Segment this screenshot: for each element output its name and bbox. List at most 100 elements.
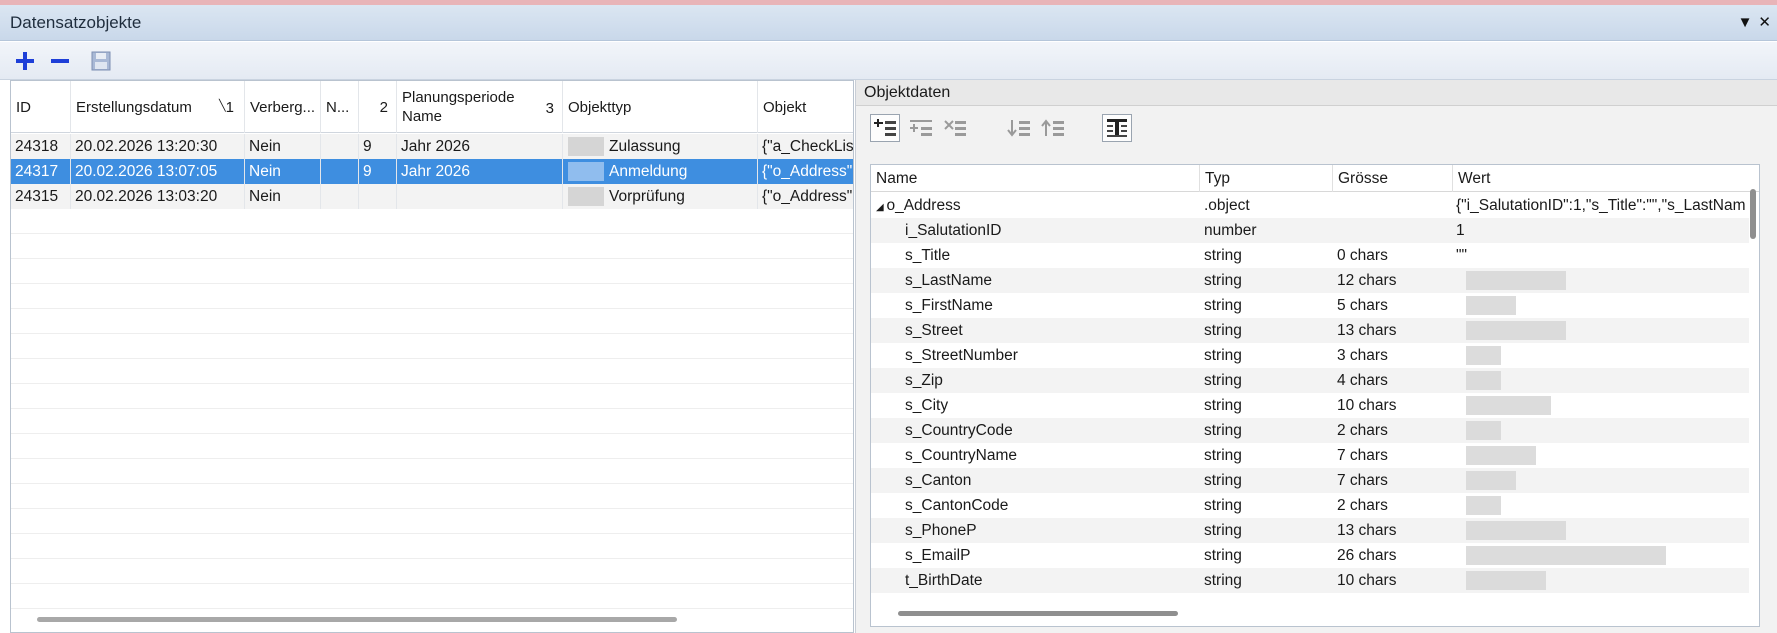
filter-sort-indicator[interactable]: ╲1 [219, 99, 234, 116]
tree-row[interactable]: t_BirthDate string 10 chars [871, 568, 1749, 593]
delete-row-button[interactable] [940, 114, 970, 142]
tree-cell-name-text: s_FirstName [905, 297, 993, 314]
tree-col-typ[interactable]: Typ [1200, 165, 1333, 192]
tree-cell-groesse: 2 chars [1337, 422, 1388, 439]
tree-row[interactable]: s_Canton string 7 chars [871, 468, 1749, 493]
delete-row-icon [944, 120, 966, 136]
tree-row[interactable]: s_CountryCode string 2 chars [871, 418, 1749, 443]
expand-arrow-icon[interactable]: ◢ [876, 202, 886, 213]
close-icon[interactable]: ✕ [1758, 13, 1771, 31]
cell-n [321, 134, 359, 159]
col-header-verborgen[interactable]: Verberg... [245, 81, 321, 133]
empty-row [11, 409, 853, 434]
tree-row[interactable]: s_CountryName string 7 chars [871, 443, 1749, 468]
empty-row [11, 384, 853, 409]
move-up-button[interactable] [1038, 114, 1068, 142]
col-header-erstellungsdatum[interactable]: Erstellungsdatum ╲1 [71, 81, 245, 133]
redacted-value [1466, 321, 1566, 340]
tree-row[interactable]: s_City string 10 chars [871, 393, 1749, 418]
tree-row[interactable]: s_Zip string 4 chars [871, 368, 1749, 393]
redacted-value [1466, 346, 1501, 365]
tree-row[interactable]: s_LastName string 12 chars [871, 268, 1749, 293]
tree-cell-name: t_BirthDate [905, 568, 1195, 593]
tree-cell-name-text: s_LastName [905, 272, 993, 289]
panel-title: Datensatzobjekte [10, 13, 142, 32]
tree-cell-name: s_Street [905, 318, 1195, 343]
tree-cell-typ: string [1204, 572, 1242, 589]
tree-col-wert[interactable]: Wert [1453, 165, 1759, 192]
tree-row[interactable]: s_FirstName string 5 chars [871, 293, 1749, 318]
type-icon [568, 162, 604, 181]
remove-button[interactable] [47, 48, 73, 74]
table-row[interactable]: 24315 20.02.2026 13:03:20 Nein Vorprüfung {"… [11, 184, 853, 209]
tree-cell-groesse: 10 chars [1337, 397, 1397, 414]
move-up-icon [1041, 119, 1064, 136]
add-child-icon [874, 119, 896, 136]
tree-row[interactable]: i_SalutationID number 1 [871, 218, 1749, 243]
col-header-planungsperiode[interactable]: Planungsperiode Name 3 [397, 81, 563, 133]
tree-cell-groesse: 2 chars [1337, 497, 1388, 514]
empty-row [11, 309, 853, 334]
tree-row[interactable]: s_PhoneP string 13 chars [871, 518, 1749, 543]
tree-cell-name-text: s_CountryName [905, 447, 1017, 464]
dropdown-arrow-icon[interactable]: ▼ [1738, 14, 1753, 31]
vertical-scrollbar[interactable] [1750, 189, 1756, 239]
cell-verborgen: Nein [245, 134, 321, 159]
tree-cell-typ: string [1204, 297, 1242, 314]
cell-datum: 20.02.2026 13:03:20 [71, 184, 245, 209]
cell-datum: 20.02.2026 13:07:05 [71, 159, 245, 184]
tree-row[interactable]: s_CantonCode string 2 chars [871, 493, 1749, 518]
tree-row[interactable]: s_Street string 13 chars [871, 318, 1749, 343]
cell-periode [397, 184, 563, 209]
save-button[interactable] [88, 48, 114, 74]
records-grid: ID Erstellungsdatum ╲1 Verberg... N... 2… [10, 80, 854, 633]
table-row[interactable]: 24318 20.02.2026 13:20:30 Nein 9 Jahr 2026 Zu… [11, 134, 853, 159]
type-icon [568, 187, 604, 206]
text-view-button[interactable] [1102, 114, 1132, 142]
cell-id: 24317 [11, 159, 71, 184]
filter-icon: ╲ [219, 100, 226, 112]
cell-num: 9 [359, 159, 397, 184]
move-down-icon [1007, 120, 1030, 137]
insert-row-button[interactable] [906, 114, 936, 142]
tree-col-groesse[interactable]: Grösse [1333, 165, 1453, 192]
tree-cell-name: s_LastName [905, 268, 1195, 293]
move-down-button[interactable] [1004, 114, 1034, 142]
tree-row[interactable]: s_EmailP string 26 chars [871, 543, 1749, 568]
cell-objekt: {"o_Address": [758, 184, 853, 209]
tree-cell-typ: string [1204, 472, 1242, 489]
toolbar [0, 42, 1777, 80]
tree-cell-groesse [1337, 218, 1447, 243]
tree-cell-name: s_Canton [905, 468, 1195, 493]
col-header-id[interactable]: ID [11, 81, 71, 133]
table-row[interactable]: 24317 20.02.2026 13:07:05 Nein 9 Jahr 2026 An… [11, 159, 853, 184]
tree-horizontal-scrollbar[interactable] [898, 611, 1178, 616]
tree-cell-groesse: 0 chars [1337, 247, 1388, 264]
col-header-objekttyp[interactable]: Objekttyp [563, 81, 758, 133]
col-header-2[interactable]: 2 [359, 81, 397, 133]
tree-cell-groesse: 7 chars [1337, 447, 1388, 464]
tree-row[interactable]: ◢ o_Address .object {"i_SalutationID":1,"s… [871, 193, 1749, 218]
tree-cell-typ: string [1204, 397, 1242, 414]
app-window: Datensatzobjekte ▼ ✕ ID Erstellungsdatum… [0, 0, 1777, 633]
cell-num [359, 184, 397, 209]
empty-row [11, 484, 853, 509]
tree-row[interactable]: s_StreetNumber string 3 chars [871, 343, 1749, 368]
redacted-value [1466, 396, 1551, 415]
tree-cell-name: s_FirstName [905, 293, 1195, 318]
add-button[interactable] [12, 48, 38, 74]
col-header-n[interactable]: N... [321, 81, 359, 133]
tree-row[interactable]: s_Title string 0 chars "" [871, 243, 1749, 268]
title-controls: ▼ ✕ [1738, 13, 1771, 32]
objektdaten-title: Objektdaten [864, 84, 951, 101]
col-header-objekt[interactable]: Objekt [758, 81, 853, 133]
add-child-button[interactable] [870, 114, 900, 142]
objektdaten-toolbar [856, 107, 1777, 145]
tree-col-name[interactable]: Name [871, 165, 1200, 192]
objektdaten-panel: Objektdaten Name Typ Grösse Wert ◢ o_Add… [855, 80, 1777, 633]
col-header-3-label: 3 [545, 100, 554, 117]
tree-cell-groesse: 10 chars [1337, 572, 1397, 589]
horizontal-scrollbar[interactable] [37, 617, 677, 622]
grid-header: ID Erstellungsdatum ╲1 Verberg... N... 2… [11, 81, 853, 133]
tree-cell-groesse: 26 chars [1337, 547, 1397, 564]
